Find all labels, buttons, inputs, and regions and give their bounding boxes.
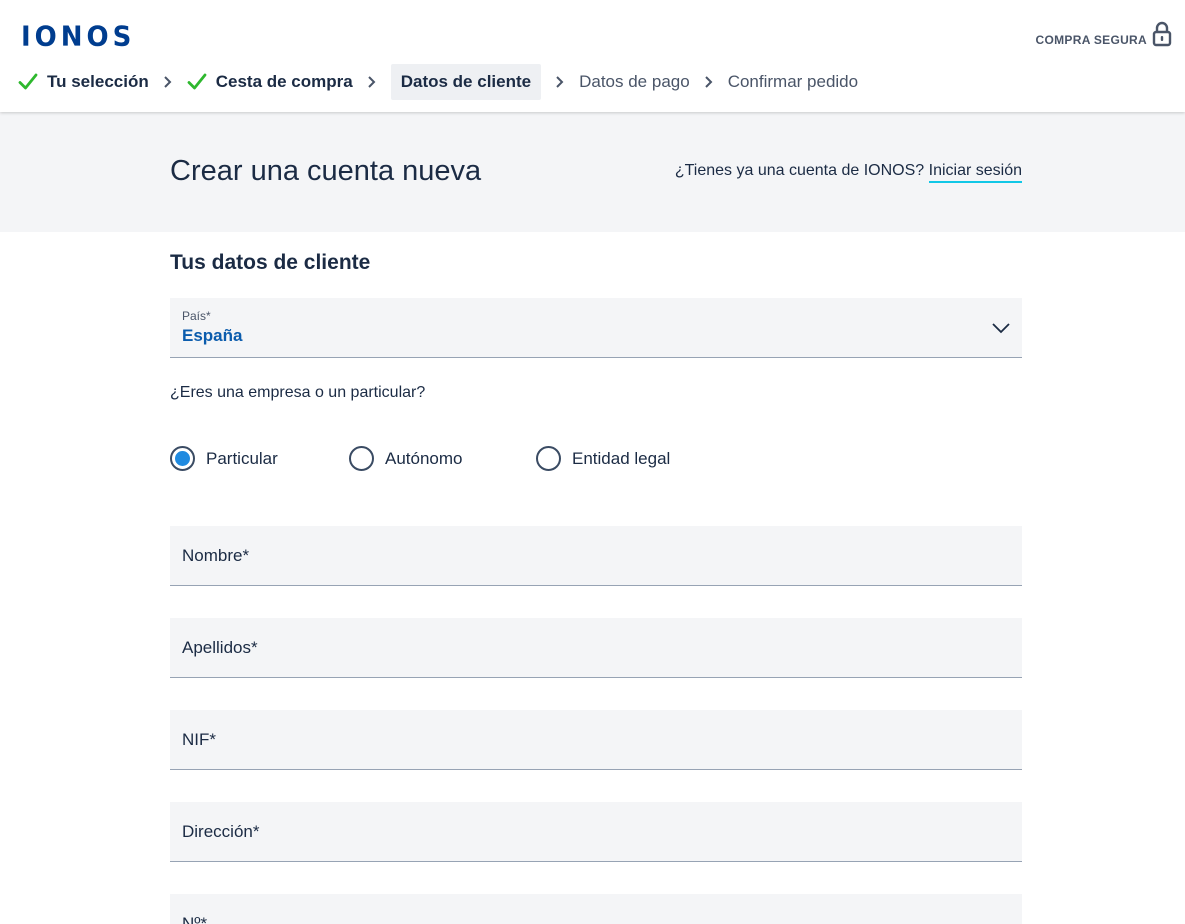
step-datos-de-cliente: Datos de cliente	[390, 64, 542, 100]
nif-field[interactable]: NIF*	[170, 710, 1022, 770]
field-label: Dirección*	[182, 822, 260, 841]
country-select[interactable]: País* España	[170, 298, 1022, 358]
step-label: Datos de cliente	[400, 72, 532, 91]
apellidos-field[interactable]: Apellidos*	[170, 618, 1022, 678]
direccion-field[interactable]: Dirección*	[170, 802, 1022, 862]
radio-label: Autónomo	[385, 448, 463, 468]
lock-icon	[1152, 21, 1172, 47]
field-label: Nº*	[182, 914, 208, 924]
chevron-right-icon	[556, 76, 564, 88]
customer-type-question: ¿Eres una empresa o un particular?	[170, 384, 426, 401]
radio-circle[interactable]	[170, 446, 195, 471]
field-label: NIF*	[182, 730, 216, 749]
radio-label: Entidad legal	[572, 448, 671, 468]
page-title: Crear una cuenta nueva	[170, 155, 482, 187]
check-icon	[187, 73, 207, 90]
radio-autonomo[interactable]: Autónomo	[349, 446, 463, 471]
step-confirmar-pedido: Confirmar pedido	[728, 64, 858, 100]
login-link[interactable]: Iniciar sesión	[928, 162, 1022, 183]
radio-label: Particular	[206, 448, 278, 468]
field-label: Apellidos*	[182, 638, 258, 657]
step-label: Cesta de compra	[215, 72, 353, 91]
radio-circle[interactable]	[349, 446, 374, 471]
step-cesta-de-compra[interactable]: Cesta de compra	[187, 64, 353, 100]
numero-field[interactable]: Nº*	[170, 894, 1022, 924]
secure-purchase-label: COMPRA SEGURA	[1035, 33, 1147, 47]
step-datos-de-pago: Datos de pago	[579, 64, 690, 100]
section-title: Tus datos de cliente	[170, 251, 371, 274]
secure-purchase: COMPRA SEGURA	[1036, 21, 1172, 47]
nombre-field[interactable]: Nombre*	[170, 526, 1022, 586]
field-label: Nombre*	[182, 546, 250, 565]
country-label: País*	[182, 309, 211, 323]
login-prompt: ¿Tienes ya una cuenta de IONOS? Iniciar …	[674, 162, 1022, 183]
top-header: IONOS COMPRA SEGURA Tu selección Cesta d…	[0, 0, 1185, 112]
step-label: Tu selección	[47, 72, 149, 91]
chevron-right-icon	[164, 76, 172, 88]
country-value: España	[182, 326, 243, 345]
chevron-down-icon	[992, 323, 1010, 334]
step-label: Datos de pago	[579, 72, 690, 91]
radio-particular[interactable]: Particular	[170, 446, 278, 471]
account-band: Crear una cuenta nueva ¿Tienes ya una cu…	[0, 112, 1185, 232]
check-icon	[18, 73, 38, 90]
radio-entidad-legal[interactable]: Entidad legal	[536, 446, 670, 471]
step-label: Confirmar pedido	[727, 72, 859, 91]
chevron-right-icon	[368, 76, 376, 88]
ionos-logo[interactable]: IONOS	[21, 21, 135, 53]
checkout-steps: Tu selección Cesta de compra Datos de cl…	[18, 64, 858, 100]
step-tu-seleccion[interactable]: Tu selección	[18, 64, 149, 100]
login-question: ¿Tienes ya una cuenta de IONOS?	[674, 162, 925, 179]
radio-circle[interactable]	[536, 446, 561, 471]
chevron-right-icon	[704, 76, 713, 88]
